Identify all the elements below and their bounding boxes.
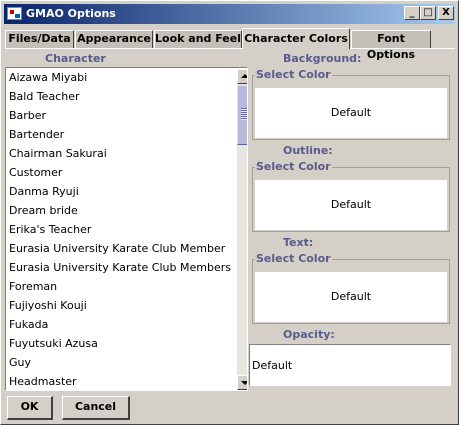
opacity-header: Opacity: <box>283 328 335 341</box>
list-item[interactable]: Eurasia University Karate Club Members <box>9 261 231 274</box>
list-item[interactable]: Fuyutsuki Azusa <box>9 337 98 350</box>
background-header: Background: <box>283 52 362 65</box>
background-group-title: Select Color <box>255 68 332 81</box>
tab-appearance[interactable]: Appearance <box>75 30 153 48</box>
list-item[interactable]: Barber <box>9 109 46 122</box>
tab-character-colors[interactable]: Character Colors <box>242 28 350 49</box>
arrow-up-icon <box>241 74 247 78</box>
list-item[interactable]: Foreman <box>9 280 57 293</box>
opacity-value: Default <box>252 359 293 372</box>
tab-look-and-feel[interactable]: Look and Feel <box>154 30 242 48</box>
options-window: GMAO Options _ □ X Files/Data Appearance… <box>0 0 459 425</box>
opacity-field[interactable]: Default <box>249 344 451 386</box>
list-item[interactable]: Headmaster <box>9 375 77 388</box>
list-item[interactable]: Erika's Teacher <box>9 223 91 236</box>
text-color-swatch[interactable]: Default <box>255 272 447 322</box>
app-icon <box>7 7 22 20</box>
title-bar[interactable]: GMAO Options _ □ X <box>4 4 455 24</box>
background-color-value: Default <box>330 106 372 119</box>
text-group: Select Color Default <box>252 252 450 324</box>
list-scrollbar[interactable] <box>237 69 247 390</box>
text-color-value: Default <box>330 290 372 303</box>
outline-group: Select Color Default <box>252 160 450 232</box>
ok-button[interactable]: OK <box>7 396 53 420</box>
scroll-up-button[interactable] <box>237 69 247 84</box>
tab-strip: Files/Data Appearance Look and Feel Char… <box>5 28 455 61</box>
text-header: Text: <box>283 236 314 249</box>
list-item[interactable]: Eurasia University Karate Club Member <box>9 242 225 255</box>
window-title: GMAO Options <box>26 7 116 20</box>
cancel-button[interactable]: Cancel <box>62 396 130 420</box>
list-item[interactable]: Fukada <box>9 318 48 331</box>
close-button[interactable]: X <box>438 6 454 20</box>
scroll-thumb[interactable] <box>237 85 247 145</box>
outline-group-title: Select Color <box>255 160 332 173</box>
maximize-button[interactable]: □ <box>420 6 436 20</box>
list-item[interactable]: Bald Teacher <box>9 90 80 103</box>
scroll-down-button[interactable] <box>237 375 247 390</box>
list-item[interactable]: Chairman Sakurai <box>9 147 107 160</box>
arrow-down-icon <box>241 381 247 385</box>
character-list[interactable]: Aizawa Miyabi Bald Teacher Barber Barten… <box>5 67 248 391</box>
character-header: Character <box>45 52 106 65</box>
tab-font-options[interactable]: Font Options <box>351 30 431 61</box>
list-item[interactable]: Bartender <box>9 128 64 141</box>
list-item[interactable]: Dream bride <box>9 204 78 217</box>
list-item[interactable]: Danma Ryuji <box>9 185 79 198</box>
dialog-button-bar: OK Cancel <box>5 393 455 422</box>
list-item[interactable]: Aizawa Miyabi <box>9 71 87 84</box>
minimize-button[interactable]: _ <box>404 6 420 20</box>
list-item[interactable]: Customer <box>9 166 62 179</box>
list-item[interactable]: Guy <box>9 356 31 369</box>
background-group: Select Color Default <box>252 68 450 140</box>
list-item[interactable]: Fujiyoshi Kouji <box>9 299 87 312</box>
outline-header: Outline: <box>283 144 333 157</box>
outline-color-swatch[interactable]: Default <box>255 180 447 230</box>
outline-color-value: Default <box>330 198 372 211</box>
tab-files-data[interactable]: Files/Data <box>5 30 74 48</box>
text-group-title: Select Color <box>255 252 332 265</box>
background-color-swatch[interactable]: Default <box>255 88 447 138</box>
